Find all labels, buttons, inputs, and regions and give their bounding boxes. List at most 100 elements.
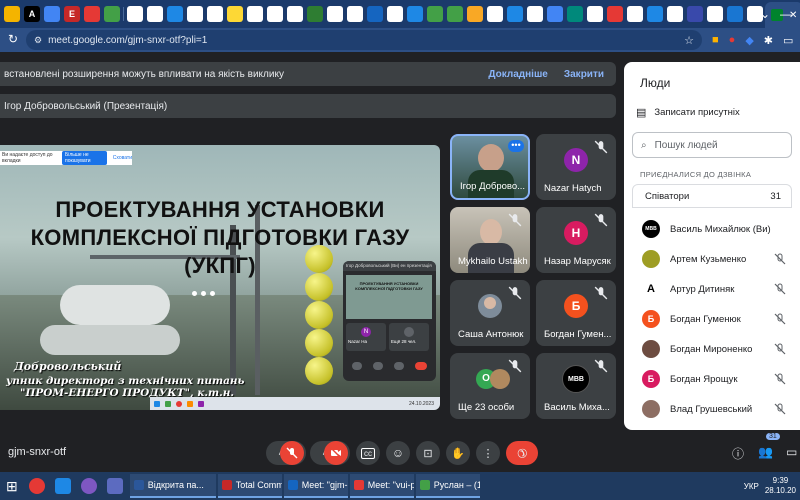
tab-favicon-blue3[interactable] [407,6,423,22]
leave-call-button[interactable]: ✆ [506,441,538,465]
tab-favicon-doc4[interactable] [207,6,223,22]
extension-icon-2[interactable]: ● [729,34,736,46]
url-field[interactable]: ⚙ meet.google.com/gjm-snxr-otf?pli=1 ☆ [26,30,702,50]
participant-tile[interactable]: Саша Антонюк [450,280,530,346]
info-icon[interactable]: ⓘ [732,445,744,462]
avatar: MBB [562,365,590,393]
people-list-item[interactable]: A Артур Дитиняк [624,274,800,304]
tab-favicon-yellow[interactable] [4,6,20,22]
banner-details-link[interactable]: Докладніше [488,69,547,80]
tab-favicon-blue4[interactable] [507,6,523,22]
tab-favicon-green2[interactable] [307,6,323,22]
yellow-sphere-3 [305,301,333,329]
banner-close-button[interactable]: Закрити [564,69,604,80]
taskbar-window-item[interactable]: Meet: "vui-p... [349,474,414,498]
participant-tile[interactable]: ••• Ігор Доброво... [450,134,530,200]
people-list-item[interactable]: Богдан Мироненко [624,334,800,364]
bookmark-star-icon[interactable]: ☆ [684,34,694,47]
participant-tile[interactable]: N Nazar Hatych [536,134,616,200]
share-hide-button[interactable]: Сховати [113,155,132,161]
people-search-input[interactable]: ⌕ Пошук людей [632,132,792,158]
people-list-item[interactable]: Б Богдан Гуменюк [624,304,800,334]
tab-favicon-blue[interactable] [44,6,60,22]
taskbar-app-icon[interactable] [54,478,71,494]
tab-favicon-e[interactable]: E [64,6,80,22]
participant-tile[interactable]: Б Богдан Гумен... [536,280,616,346]
share-stop-button[interactable]: Більше не показувати [61,151,107,165]
tab-favicon-red2[interactable] [607,6,623,22]
more-options-button[interactable]: ⋮ [476,441,500,465]
more-horiz-icon[interactable]: ••• [508,140,524,152]
tab-favicon-green[interactable] [104,6,120,22]
participant-tile[interactable]: Mykhailo Ustakh [450,207,530,273]
taskbar-viber-icon[interactable] [80,478,97,494]
tab-favicon-doc11[interactable] [487,6,503,22]
taskbar-chrome-icon[interactable] [28,478,45,494]
site-info-icon[interactable]: ⚙ [34,35,42,46]
taskbar-window-item[interactable]: Meet: "gjm-... [283,474,348,498]
tab-favicon-ua[interactable] [367,6,383,22]
people-icon[interactable]: 👥 [758,445,773,459]
tab-favicon-doc6[interactable] [267,6,283,22]
tab-favicon-yellow3[interactable] [467,6,483,22]
tab-favicon-doc15[interactable] [667,6,683,22]
taskbar-window-item[interactable]: Total Comm... [217,474,282,498]
taskbar-window-label: Відкрита па... [147,480,204,490]
participant-tile[interactable]: MBB Василь Миха... [536,353,616,419]
reactions-button[interactable]: ☺ [386,441,410,465]
tab-favicon-doc10[interactable] [387,6,403,22]
tab-favicon-doc5[interactable] [247,6,263,22]
people-list-item[interactable]: Влад Грушевський [624,394,800,424]
chevron-down-icon[interactable]: ⌄ [760,7,770,21]
people-list-item[interactable]: Б Богдан Ярощук [624,364,800,394]
people-list-item[interactable]: MBB Василь Михайлюк (Ви) [624,214,800,244]
address-bar-row: ↻ ⚙ meet.google.com/gjm-snxr-otf?pli=1 ☆… [0,28,800,52]
captions-button[interactable]: cc [356,441,380,465]
people-list-item[interactable]: Артем Кузьменко [624,244,800,274]
minimize-icon[interactable]: — [780,7,792,21]
tab-favicon-doc2[interactable] [147,6,163,22]
tab-favicon-doc14[interactable] [627,6,643,22]
tab-favicon-doc13[interactable] [587,6,603,22]
raise-hand-button[interactable]: ✋ [446,441,470,465]
record-attendance-button[interactable]: ▤ Записати присутніх [636,106,740,119]
tab-favicon-b2[interactable] [447,6,463,22]
tab-favicon-lk[interactable] [687,6,703,22]
tab-favicon-doc3[interactable] [187,6,203,22]
tab-favicon-doc12[interactable] [527,6,543,22]
tab-favicon-doc7[interactable] [287,6,303,22]
sidepanel-icon[interactable]: ▭ [783,34,793,47]
windows-start-icon[interactable]: ⊞ [6,478,18,495]
tab-favicon-doc[interactable] [127,6,143,22]
tab-favicon-doc16[interactable] [707,6,723,22]
chat-icon[interactable]: ▭ [786,445,797,459]
tray-lang[interactable]: УКР [744,482,759,491]
participant-tile[interactable]: О Ще 23 особи [450,353,530,419]
storage-tank [60,285,170,325]
tab-favicon-teal[interactable] [567,6,583,22]
tab-favicon-red[interactable] [84,6,100,22]
avatar: Б [642,370,660,388]
camera-toggle-button[interactable] [324,441,348,465]
tab-favicon-blue2[interactable] [167,6,183,22]
taskbar-window-item[interactable]: Відкрита па... [129,474,216,498]
tab-favicon-u[interactable] [727,6,743,22]
tab-favicon-b[interactable] [427,6,443,22]
tab-favicon-a[interactable]: A [24,6,40,22]
tab-favicon-doc9[interactable] [347,6,363,22]
reload-icon[interactable]: ↻ [8,32,18,46]
tab-favicon-g[interactable] [547,6,563,22]
tab-favicon-blue5[interactable] [647,6,663,22]
contributors-group[interactable]: Співатори 31 [632,184,792,208]
taskbar-app2-icon[interactable] [106,478,123,494]
extension-icon-3[interactable]: ◆ [745,34,753,47]
extensions-puzzle-icon[interactable]: ✱ [764,34,773,47]
taskbar-window-item[interactable]: Руслан – (1... [415,474,480,498]
tab-favicon-yellow2[interactable] [227,6,243,22]
present-button[interactable]: ⊡ [416,441,440,465]
extension-icon-1[interactable]: ■ [712,34,719,46]
mic-toggle-button[interactable] [280,441,304,465]
tab-favicon-doc8[interactable] [327,6,343,22]
shared-screen[interactable]: Ви надаєте доступ до вкладки Більше не п… [0,145,440,410]
participant-tile[interactable]: Н Назар Марусяк [536,207,616,273]
